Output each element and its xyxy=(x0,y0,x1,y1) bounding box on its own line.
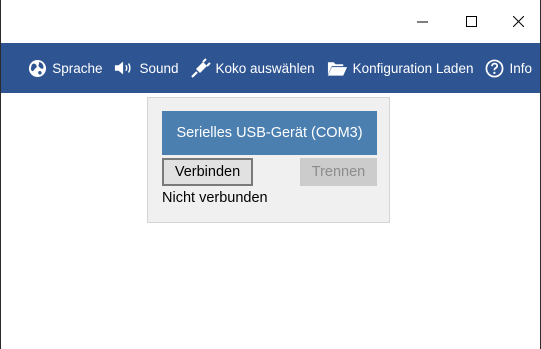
close-button[interactable] xyxy=(495,0,541,43)
minimize-button[interactable] xyxy=(399,0,445,43)
device-panel: Serielles USB-Gerät (COM3) Verbinden Tre… xyxy=(147,97,390,223)
toolbar-item-konfiguration[interactable]: Konfiguration Laden xyxy=(327,60,474,77)
toolbar-item-label: Sound xyxy=(139,60,179,76)
help-circle-icon xyxy=(485,59,504,78)
maximize-icon xyxy=(465,16,477,27)
app-window: Sprache Sound Koko auswählen Konfigurati… xyxy=(0,0,541,349)
toolbar-item-sound[interactable]: Sound xyxy=(114,59,179,77)
toolbar-item-sprache[interactable]: Sprache xyxy=(28,59,102,78)
connect-button[interactable]: Verbinden xyxy=(162,158,253,186)
device-name: Serielles USB-Gerät (COM3) xyxy=(176,125,363,141)
toolbar-item-label: Konfiguration Laden xyxy=(352,60,474,76)
toolbar-item-label: Koko auswählen xyxy=(215,60,315,76)
toolbar-item-label: Sprache xyxy=(52,60,103,76)
toolbar: Sprache Sound Koko auswählen Konfigurati… xyxy=(1,43,540,93)
plug-icon xyxy=(190,58,211,78)
globe-icon xyxy=(28,59,47,78)
maximize-button[interactable] xyxy=(448,0,494,43)
toolbar-item-info[interactable]: Info xyxy=(485,59,532,78)
main-content: Serielles USB-Gerät (COM3) Verbinden Tre… xyxy=(1,93,540,349)
minimize-icon xyxy=(416,21,428,23)
speaker-icon xyxy=(114,59,134,77)
title-bar xyxy=(1,0,540,43)
folder-open-icon xyxy=(327,60,348,77)
connection-status: Nicht verbunden xyxy=(162,190,268,206)
device-tile[interactable]: Serielles USB-Gerät (COM3) xyxy=(162,111,377,155)
disconnect-button[interactable]: Trennen xyxy=(300,158,377,186)
close-icon xyxy=(512,16,524,27)
toolbar-item-label: Info xyxy=(509,60,532,76)
toolbar-item-koko[interactable]: Koko auswählen xyxy=(190,58,315,78)
